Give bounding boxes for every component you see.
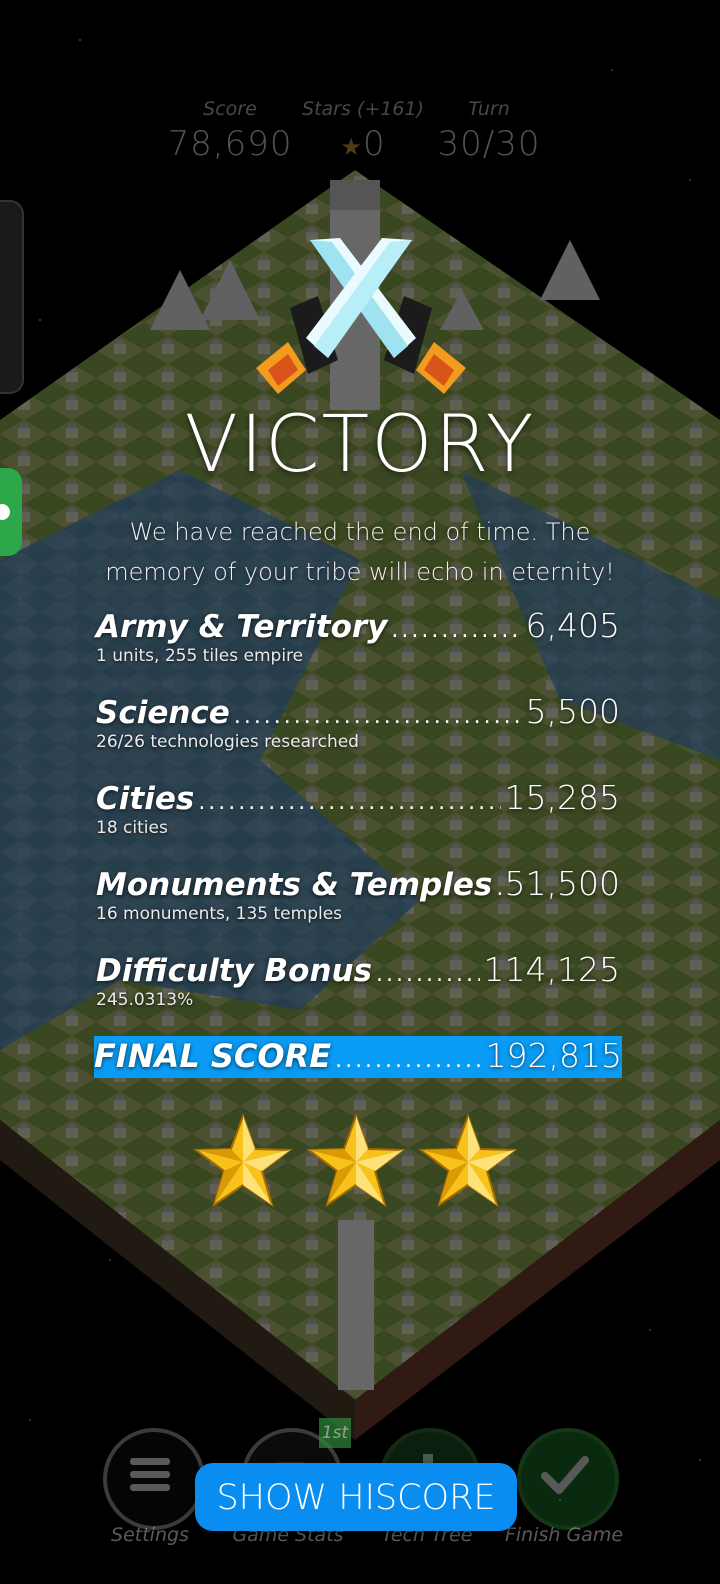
star-icon: ★ [340, 133, 363, 161]
dot-leader [234, 704, 522, 729]
score-value: 51,500 [504, 864, 620, 903]
menu-icon [130, 1458, 170, 1491]
score-value: 6,405 [525, 606, 620, 645]
stars-stat-value: 0 [362, 124, 386, 164]
rating-star-icon [418, 1113, 518, 1208]
score-label: Monuments & Temples [96, 867, 493, 903]
settings-button[interactable] [103, 1428, 205, 1530]
dot-leader [335, 1048, 481, 1073]
side-panel-tab[interactable] [0, 200, 24, 394]
score-detail: 26/26 technologies researched [96, 732, 359, 752]
dot-leader [198, 790, 500, 815]
turn-stat-value: 30/30 [437, 124, 541, 164]
dot-leader [376, 962, 479, 987]
score-label: Army & Territory [96, 609, 388, 645]
score-value: 5,500 [525, 692, 620, 731]
final-score-label: FINAL SCORE [94, 1037, 332, 1075]
crossed-swords-icon [256, 238, 466, 394]
turn-stat-label: Turn [468, 98, 510, 120]
turn-stat: Turn 30/30 [409, 98, 569, 164]
show-hiscore-button[interactable]: SHOW HISCORE [195, 1463, 517, 1531]
rank-badge: 1st [319, 1418, 351, 1448]
dot-leader [496, 876, 500, 901]
score-row-army-territory: Army & Territory 6,405 1 units, 255 tile… [96, 606, 620, 666]
score-value: 114,125 [483, 950, 620, 989]
score-label: Science [96, 695, 230, 731]
score-detail: 1 units, 255 tiles empire [96, 646, 304, 666]
rating-star-icon [193, 1113, 293, 1208]
score-label: Difficulty Bonus [96, 953, 373, 989]
score-row-cities: Cities 15,285 18 cities [96, 778, 620, 838]
score-row-monuments-temples: Monuments & Temples 51,500 16 monuments,… [96, 864, 620, 924]
checkmark-icon [541, 1456, 589, 1494]
final-score-value: 192,815 [485, 1036, 622, 1075]
score-detail: 16 monuments, 135 temples [96, 904, 343, 924]
finish-game-button[interactable] [517, 1428, 619, 1530]
victory-message: We have reached the end of time. The mem… [105, 518, 615, 586]
rating-star-icon [306, 1113, 406, 1208]
score-detail: 245.0313% [96, 990, 194, 1010]
score-row-difficulty-bonus: Difficulty Bonus 114,125 245.0313% [96, 950, 620, 1010]
score-row-science: Science 5,500 26/26 technologies researc… [96, 692, 620, 752]
final-score-row: FINAL SCORE 192,815 [94, 1036, 622, 1078]
victory-title: VICTORY [184, 400, 536, 490]
chat-icon [0, 504, 10, 520]
score-detail: 18 cities [96, 818, 168, 838]
score-value: 15,285 [504, 778, 620, 817]
dot-leader [391, 618, 521, 643]
score-label: Cities [96, 781, 195, 817]
